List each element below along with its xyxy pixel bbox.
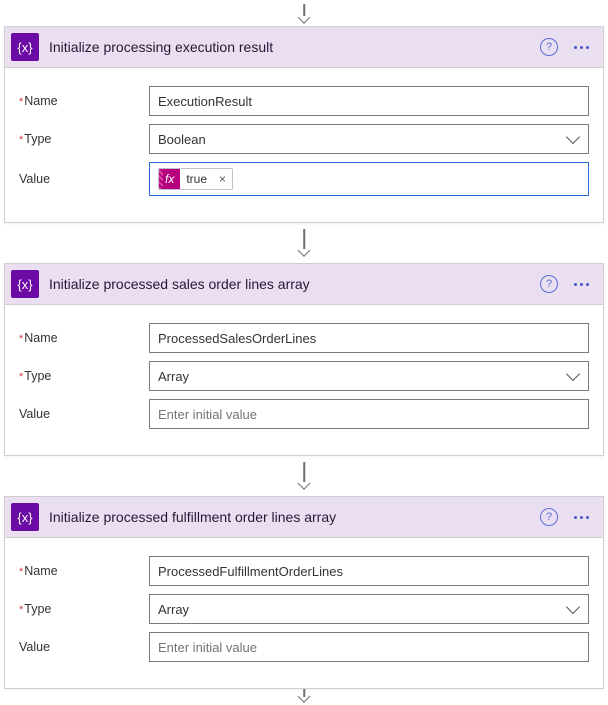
name-value: ProcessedSalesOrderLines	[158, 331, 316, 346]
token-remove-button[interactable]: ×	[213, 172, 232, 186]
field-label-type: Type	[19, 369, 139, 383]
card-header[interactable]: Initialize processing execution result	[5, 27, 603, 68]
chevron-down-icon	[566, 130, 580, 144]
name-input[interactable]: ProcessedSalesOrderLines	[149, 323, 589, 353]
type-select[interactable]: Boolean	[149, 124, 589, 154]
chevron-down-icon	[566, 367, 580, 381]
name-input[interactable]: ProcessedFulfillmentOrderLines	[149, 556, 589, 586]
card-header[interactable]: Initialize processed fulfillment order l…	[5, 497, 603, 538]
type-value: Boolean	[158, 132, 206, 147]
type-value: Array	[158, 369, 189, 384]
card-title: Initialize processing execution result	[49, 39, 530, 55]
field-label-type: Type	[19, 602, 139, 616]
card-menu-button[interactable]	[568, 42, 595, 53]
type-select[interactable]: Array	[149, 594, 589, 624]
chevron-down-icon	[566, 600, 580, 614]
field-label-name: Name	[19, 564, 139, 578]
variable-icon	[11, 33, 39, 61]
field-label-value: Value	[19, 407, 139, 421]
name-value: ProcessedFulfillmentOrderLines	[158, 564, 343, 579]
variable-icon	[11, 503, 39, 531]
card-body: Name ExecutionResult Type Boolean Value	[5, 68, 603, 222]
type-value: Array	[158, 602, 189, 617]
field-label-name: Name	[19, 94, 139, 108]
card-body: Name ProcessedSalesOrderLines Type Array…	[5, 305, 603, 455]
field-label-value: Value	[19, 172, 139, 186]
card-title: Initialize processed sales order lines a…	[49, 276, 530, 292]
value-input[interactable]: Enter initial value	[149, 632, 589, 662]
flow-container: Initialize processing execution result N…	[4, 4, 604, 703]
arrow-connector-icon	[290, 462, 318, 490]
field-label-type: Type	[19, 132, 139, 146]
value-input[interactable]: Enter initial value	[149, 399, 589, 429]
action-card-initialize-processed-sales-order-lines: Initialize processed sales order lines a…	[4, 263, 604, 456]
name-input[interactable]: ExecutionResult	[149, 86, 589, 116]
name-value: ExecutionResult	[158, 94, 252, 109]
action-card-initialize-execution-result: Initialize processing execution result N…	[4, 26, 604, 223]
value-placeholder: Enter initial value	[158, 407, 257, 422]
arrow-connector-icon	[290, 689, 318, 703]
help-icon[interactable]	[540, 275, 558, 293]
arrow-connector-icon	[290, 229, 318, 257]
type-select[interactable]: Array	[149, 361, 589, 391]
help-icon[interactable]	[540, 508, 558, 526]
expression-token[interactable]: fx true ×	[158, 168, 233, 190]
card-menu-button[interactable]	[568, 279, 595, 290]
help-icon[interactable]	[540, 38, 558, 56]
variable-icon	[11, 270, 39, 298]
value-placeholder: Enter initial value	[158, 640, 257, 655]
token-text: true	[180, 172, 213, 186]
fx-icon: fx	[159, 169, 180, 189]
field-label-value: Value	[19, 640, 139, 654]
card-body: Name ProcessedFulfillmentOrderLines Type…	[5, 538, 603, 688]
card-header[interactable]: Initialize processed sales order lines a…	[5, 264, 603, 305]
arrow-connector-icon	[290, 4, 318, 24]
card-menu-button[interactable]	[568, 512, 595, 523]
value-input[interactable]: fx true ×	[149, 162, 589, 196]
card-title: Initialize processed fulfillment order l…	[49, 509, 530, 525]
field-label-name: Name	[19, 331, 139, 345]
action-card-initialize-processed-fulfillment-order-lines: Initialize processed fulfillment order l…	[4, 496, 604, 689]
